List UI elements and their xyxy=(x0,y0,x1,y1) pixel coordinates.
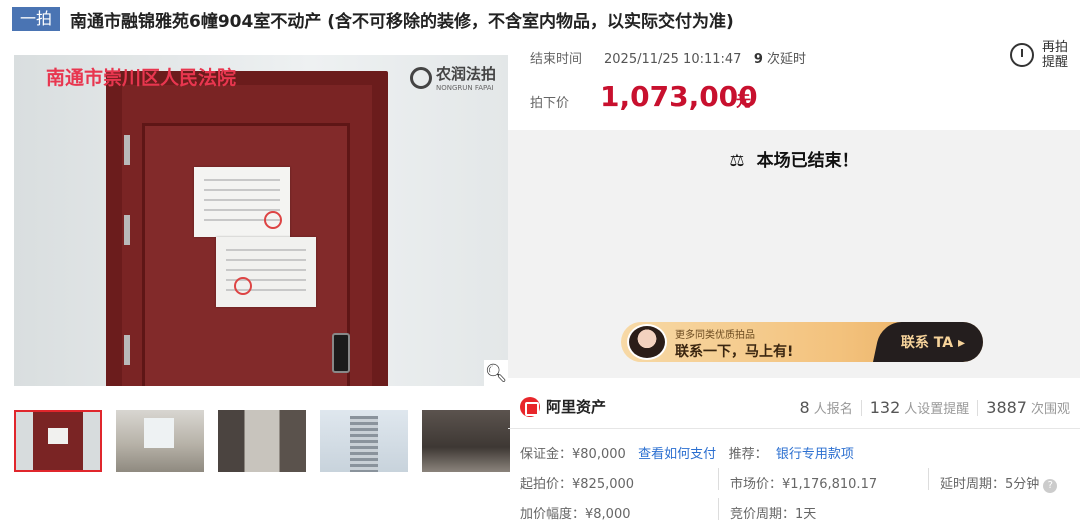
contact-banner[interactable]: 更多同类优质拍品 联系一下，马上有! 联系 TA ▸ xyxy=(621,322,983,362)
how-to-pay-link[interactable]: 查看如何支付 xyxy=(638,447,716,462)
section-divider xyxy=(508,428,1080,429)
stats-row: 阿里资产 8 人报名 132 人设置提醒 3887 次围观 xyxy=(508,392,1080,424)
end-time-label: 结束时间 xyxy=(530,52,583,67)
thumbnail-corridor[interactable] xyxy=(422,410,510,472)
auction-stats: 8 人报名 132 人设置提醒 3887 次围观 xyxy=(800,398,1071,417)
market-price: 市场价：¥1,176,810.17 xyxy=(730,477,878,492)
end-time-text: 2025/11/25 10:11:47 xyxy=(604,52,742,67)
brand-logo-icon xyxy=(409,66,432,89)
thumbnail-strip xyxy=(14,410,524,472)
divider xyxy=(928,468,929,490)
seal-stamp xyxy=(234,277,252,295)
start-price: 起拍价：¥825,000 xyxy=(520,477,635,492)
deposit-row: 保证金：¥80,000 查看如何支付 推荐： 银行专用款项 xyxy=(520,443,854,462)
seal-stamp xyxy=(264,211,282,229)
court-watermark: 南通市崇川区人民法院 xyxy=(46,67,237,89)
smart-lock xyxy=(332,333,350,373)
view-count: 3887 xyxy=(986,398,1027,417)
price-unit: 元 xyxy=(736,92,752,110)
door-hinge xyxy=(124,335,130,365)
door-hinge xyxy=(124,215,130,245)
bank-funds-link[interactable]: 银行专用款项 xyxy=(776,447,854,462)
ali-brand-name: 阿里资产 xyxy=(546,398,607,416)
thumbnail-door[interactable] xyxy=(14,410,102,472)
end-time-value: 2025/11/25 10:11:47 9 次延时 xyxy=(604,48,806,67)
thumbnail-interior[interactable] xyxy=(218,410,306,472)
bid-period: 竞价周期：1天 xyxy=(730,507,817,522)
reminder-count: 132 xyxy=(869,398,901,417)
delay-period-row: 延时周期：5分钟? xyxy=(940,473,1058,493)
increment: 加价幅度：¥8,000 xyxy=(520,507,631,522)
recommend-label: 推荐： xyxy=(728,447,768,462)
divider xyxy=(718,498,719,520)
gavel-icon: ⚖ xyxy=(729,151,745,171)
avatar xyxy=(627,324,667,360)
ended-text: 本场已结束！ xyxy=(756,151,859,171)
auction-ended-message: ⚖ 本场已结束！ xyxy=(508,146,1080,171)
thumbnail-room[interactable] xyxy=(116,410,204,472)
divider xyxy=(718,468,719,490)
brand-name: 农润法拍 xyxy=(435,65,496,83)
banner-line2: 联系一下，马上有! xyxy=(675,344,794,360)
divider xyxy=(860,399,862,416)
contact-button[interactable]: 联系 TA ▸ xyxy=(901,332,965,352)
thumbnail-building[interactable] xyxy=(320,410,408,472)
reminder-count-label: 人设置提醒 xyxy=(904,402,970,417)
auction-status-panel: ⚖ 本场已结束！ 更多同类优质拍品 联系一下，马上有! 联系 TA ▸ xyxy=(508,130,1080,378)
price-label: 拍下价 xyxy=(530,96,570,111)
brand-sub: NONGRUN FAPAI xyxy=(435,84,494,92)
banner-line1: 更多同类优质拍品 xyxy=(675,330,755,341)
final-price: 1,073,000 xyxy=(600,80,758,113)
delay-count: 9 xyxy=(753,52,763,67)
view-label: 次围观 xyxy=(1030,402,1070,417)
divider xyxy=(977,399,979,416)
delay-period: 延时周期：5分钟 xyxy=(940,477,1040,492)
help-icon[interactable]: ? xyxy=(1043,479,1058,493)
main-image[interactable]: 南通市崇川区人民法院 农润法拍 NONGRUN FAPAI xyxy=(14,55,508,386)
title-row: 一拍 南通市融锦雅苑6幢904室不动产 (含不可移除的装修，不含室内物品，以实际… xyxy=(12,6,734,32)
auction-round-tag: 一拍 xyxy=(12,7,61,31)
ali-logo-icon xyxy=(520,396,540,417)
reauction-reminder-button[interactable]: 再拍提醒 xyxy=(1010,40,1072,70)
reminder-label: 再拍提醒 xyxy=(1042,40,1069,70)
page-title: 南通市融锦雅苑6幢904室不动产 (含不可移除的装修，不含室内物品，以实际交付为… xyxy=(70,11,734,32)
magnifier-icon[interactable]: 🔍︎ xyxy=(484,360,508,386)
notice-paper xyxy=(194,167,290,237)
signup-label: 人报名 xyxy=(813,402,853,417)
alarm-clock-icon xyxy=(1010,43,1034,67)
ali-assets-logo[interactable]: 阿里资产 xyxy=(520,396,606,417)
deposit: 保证金：¥80,000 xyxy=(520,447,626,462)
delay-text: 次延时 xyxy=(767,52,807,67)
signup-count: 8 xyxy=(799,398,810,417)
door-hinge xyxy=(124,135,130,165)
brand-watermark: 农润法拍 NONGRUN FAPAI xyxy=(409,63,496,92)
notice-paper xyxy=(216,237,316,307)
